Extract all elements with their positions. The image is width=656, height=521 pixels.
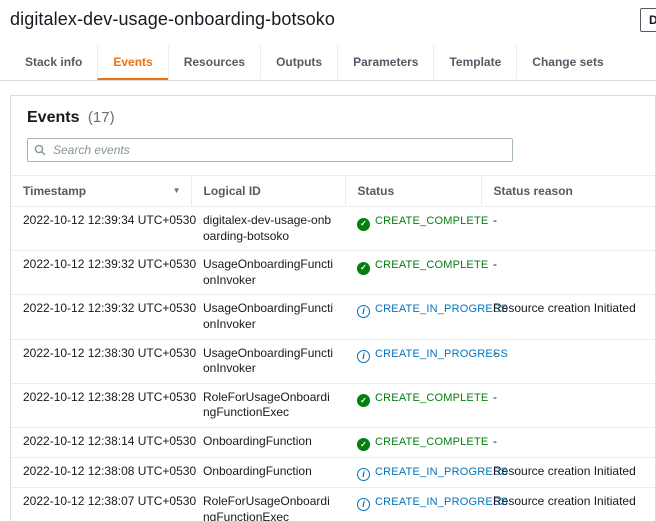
check-circle-icon: ✓ — [357, 394, 370, 407]
table-row: 2022-10-12 12:38:08 UTC+0530 OnboardingF… — [11, 458, 655, 488]
search-row — [11, 136, 655, 175]
events-table: Timestamp ▼ Logical ID Status Status rea… — [11, 175, 655, 521]
tab-parameters[interactable]: Parameters — [337, 45, 433, 80]
tab-events[interactable]: Events — [97, 45, 167, 80]
event-status: ✓CREATE_COMPLETE — [345, 427, 481, 458]
event-timestamp: 2022-10-12 12:38:08 UTC+0530 — [11, 458, 191, 488]
tab-template[interactable]: Template — [433, 45, 516, 80]
events-count: (17) — [88, 109, 115, 126]
event-status-reason: Resource creation Initiated — [481, 458, 655, 488]
search-input[interactable] — [51, 142, 506, 158]
status-text: CREATE_IN_PROGRESS — [375, 348, 508, 360]
event-timestamp: 2022-10-12 12:39:34 UTC+0530 — [11, 207, 191, 251]
event-status: iCREATE_IN_PROGRESS — [345, 488, 481, 521]
event-timestamp: 2022-10-12 12:38:28 UTC+0530 — [11, 383, 191, 427]
column-header-status-reason[interactable]: Status reason — [481, 176, 655, 207]
in-progress-info-icon: i — [357, 468, 370, 481]
event-status: iCREATE_IN_PROGRESS — [345, 339, 481, 383]
tab-resources[interactable]: Resources — [168, 45, 260, 80]
column-label: Status reason — [494, 184, 573, 198]
events-panel-header: Events (17) — [11, 96, 655, 136]
event-logical-id: OnboardingFunction — [191, 427, 345, 458]
table-header-row: Timestamp ▼ Logical ID Status Status rea… — [11, 176, 655, 207]
event-status-reason: - — [481, 207, 655, 251]
event-status-reason: Resource creation Initiated — [481, 295, 655, 339]
page-title: digitalex-dev-usage-onboarding-botsoko — [10, 9, 335, 29]
event-timestamp: 2022-10-12 12:38:14 UTC+0530 — [11, 427, 191, 458]
event-timestamp: 2022-10-12 12:38:30 UTC+0530 — [11, 339, 191, 383]
search-box[interactable] — [27, 138, 513, 162]
event-status-reason: - — [481, 427, 655, 458]
status-text: CREATE_IN_PROGRESS — [375, 496, 508, 508]
delete-button[interactable]: D — [640, 8, 656, 32]
event-timestamp: 2022-10-12 12:39:32 UTC+0530 — [11, 295, 191, 339]
check-circle-icon: ✓ — [357, 218, 370, 231]
events-panel: Events (17) Timestamp ▼ Logical ID S — [10, 95, 656, 521]
table-row: 2022-10-12 12:38:07 UTC+0530 RoleForUsag… — [11, 488, 655, 521]
table-row: 2022-10-12 12:38:14 UTC+0530 OnboardingF… — [11, 427, 655, 458]
table-row: 2022-10-12 12:38:28 UTC+0530 RoleForUsag… — [11, 383, 655, 427]
in-progress-info-icon: i — [357, 305, 370, 318]
event-logical-id: RoleForUsageOnboardingFunctionExec — [191, 488, 345, 521]
event-status: ✓CREATE_COMPLETE — [345, 383, 481, 427]
event-status: iCREATE_IN_PROGRESS — [345, 295, 481, 339]
sort-descending-icon[interactable]: ▼ — [173, 186, 181, 195]
status-text: CREATE_COMPLETE — [375, 259, 488, 271]
status-text: CREATE_COMPLETE — [375, 392, 488, 404]
event-logical-id: UsageOnboardingFunctionInvoker — [191, 339, 345, 383]
column-label: Status — [358, 184, 395, 198]
status-text: CREATE_COMPLETE — [375, 215, 488, 227]
column-header-status[interactable]: Status — [345, 176, 481, 207]
in-progress-info-icon: i — [357, 498, 370, 511]
event-status: iCREATE_IN_PROGRESS — [345, 458, 481, 488]
table-row: 2022-10-12 12:39:34 UTC+0530 digitalex-d… — [11, 207, 655, 251]
status-text: CREATE_IN_PROGRESS — [375, 303, 508, 315]
column-label: Logical ID — [204, 184, 261, 198]
event-logical-id: OnboardingFunction — [191, 458, 345, 488]
event-logical-id: digitalex-dev-usage-onboarding-botsoko — [191, 207, 345, 251]
event-logical-id: UsageOnboardingFunctionInvoker — [191, 251, 345, 295]
event-logical-id: RoleForUsageOnboardingFunctionExec — [191, 383, 345, 427]
event-timestamp: 2022-10-12 12:39:32 UTC+0530 — [11, 251, 191, 295]
in-progress-info-icon: i — [357, 350, 370, 363]
check-circle-icon: ✓ — [357, 262, 370, 275]
status-text: CREATE_IN_PROGRESS — [375, 466, 508, 478]
column-header-logical-id[interactable]: Logical ID — [191, 176, 345, 207]
event-status: ✓CREATE_COMPLETE — [345, 251, 481, 295]
event-status-reason: Resource creation Initiated — [481, 488, 655, 521]
tab-change-sets[interactable]: Change sets — [516, 45, 618, 80]
event-status-reason: - — [481, 339, 655, 383]
event-status-reason: - — [481, 251, 655, 295]
table-row: 2022-10-12 12:38:30 UTC+0530 UsageOnboar… — [11, 339, 655, 383]
status-text: CREATE_COMPLETE — [375, 436, 488, 448]
tab-outputs[interactable]: Outputs — [260, 45, 337, 80]
table-row: 2022-10-12 12:39:32 UTC+0530 UsageOnboar… — [11, 295, 655, 339]
stack-tabs: Stack infoEventsResourcesOutputsParamete… — [0, 45, 656, 81]
column-label: Timestamp — [23, 184, 86, 198]
column-header-timestamp[interactable]: Timestamp ▼ — [11, 176, 191, 207]
event-status-reason: - — [481, 383, 655, 427]
table-row: 2022-10-12 12:39:32 UTC+0530 UsageOnboar… — [11, 251, 655, 295]
tab-stack-info[interactable]: Stack info — [10, 45, 97, 80]
event-status: ✓CREATE_COMPLETE — [345, 207, 481, 251]
event-timestamp: 2022-10-12 12:38:07 UTC+0530 — [11, 488, 191, 521]
event-logical-id: UsageOnboardingFunctionInvoker — [191, 295, 345, 339]
search-icon — [34, 144, 46, 156]
page-header: digitalex-dev-usage-onboarding-botsoko D — [0, 0, 656, 41]
check-circle-icon: ✓ — [357, 438, 370, 451]
events-title: Events — [27, 109, 79, 126]
